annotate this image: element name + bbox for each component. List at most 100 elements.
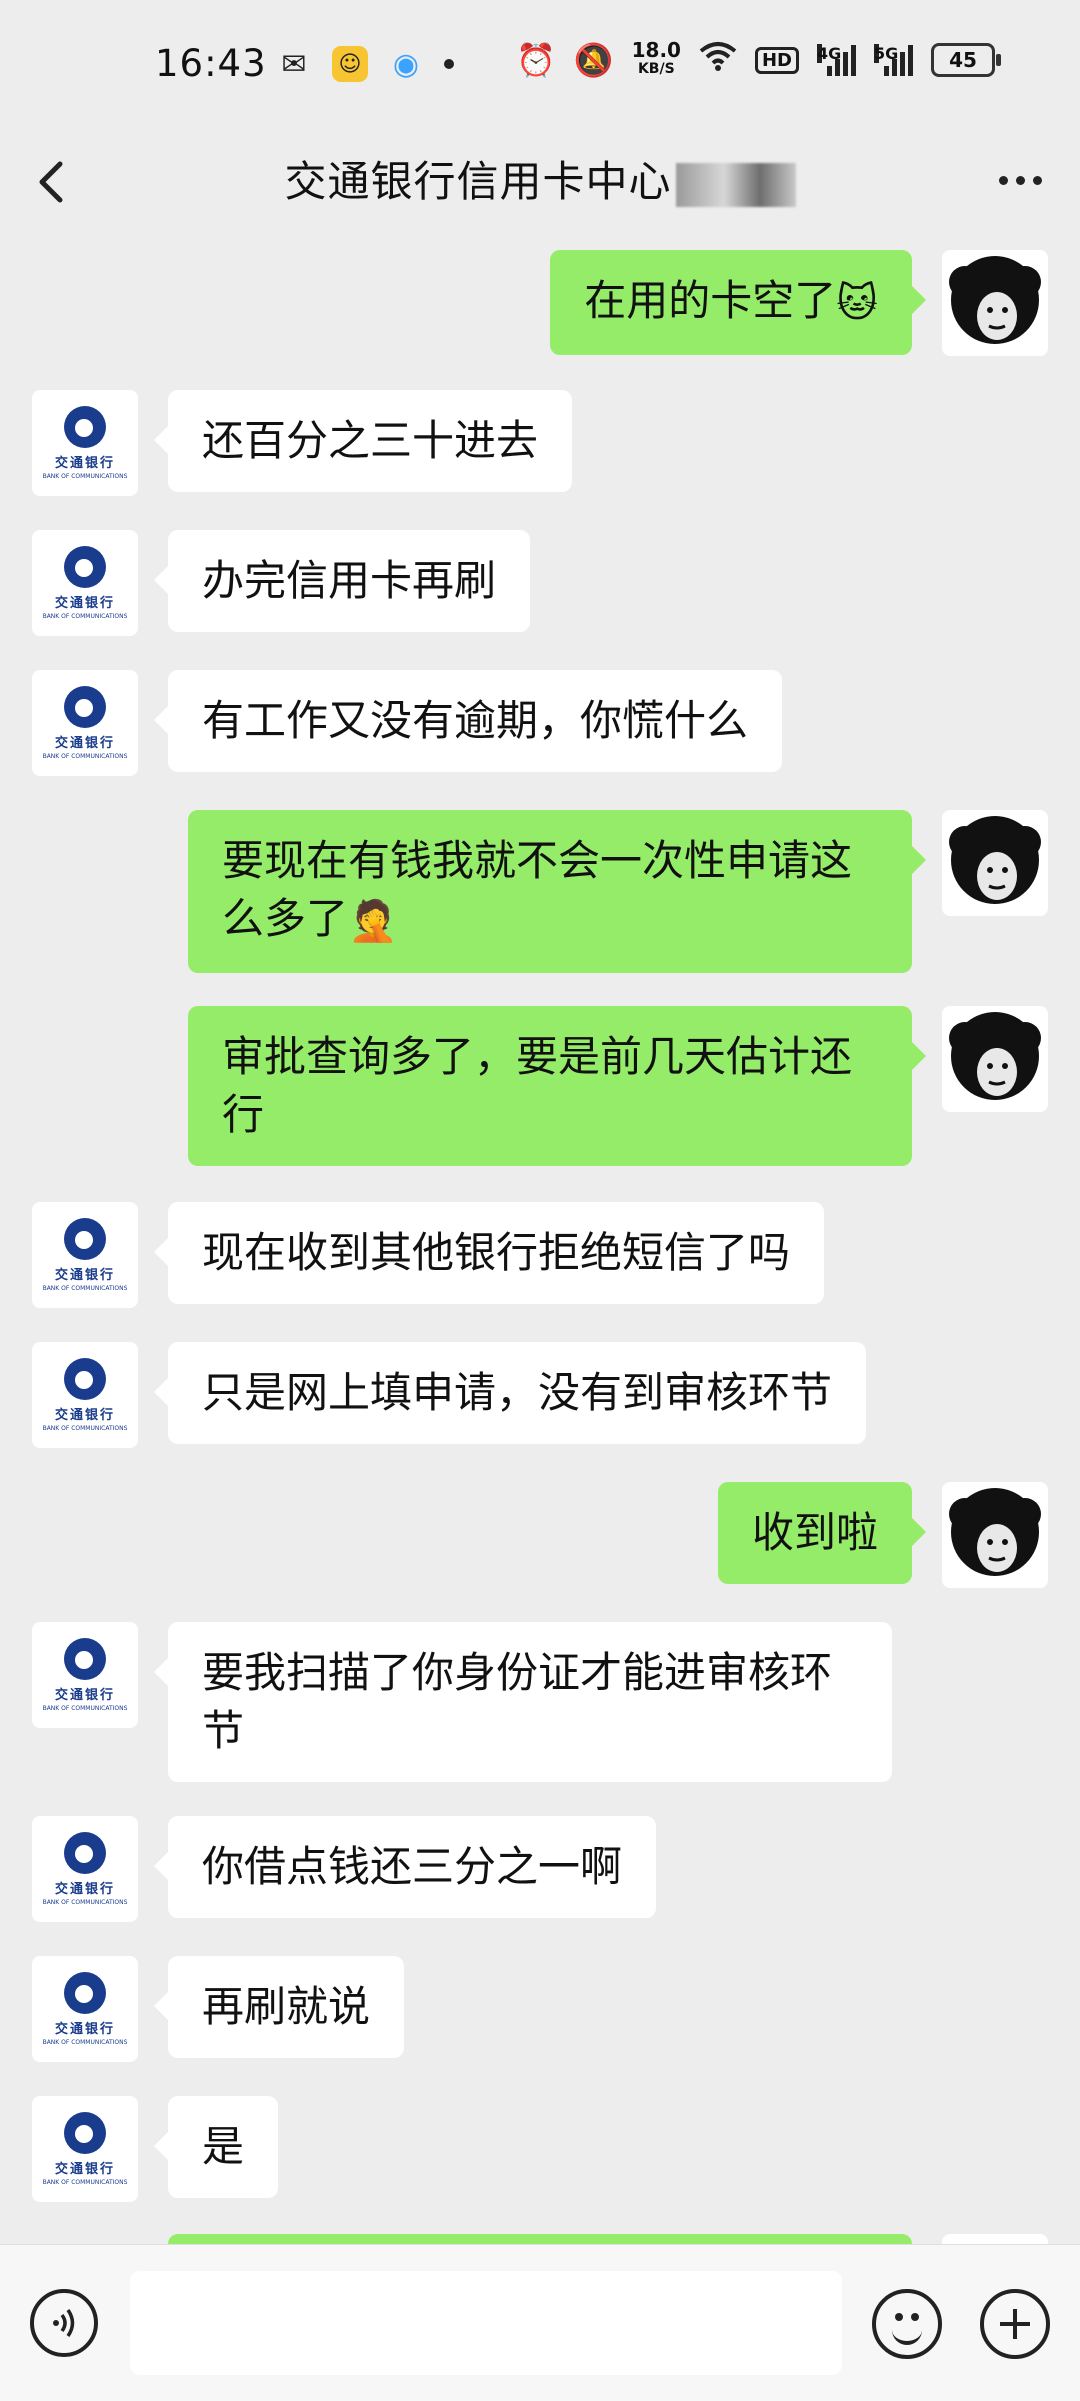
message-bubble-incoming[interactable]: 还百分之三十进去 xyxy=(153,390,573,492)
bank-logo-icon xyxy=(64,1832,106,1874)
message-bubble-outgoing[interactable]: 要现在有钱我就不会一次性申请这么多了🤦 xyxy=(188,810,926,973)
message-bubble-outgoing[interactable]: 在用的卡空了🐱 xyxy=(550,250,926,355)
message-text: 在用的卡空了 xyxy=(584,276,837,325)
my-avatar[interactable] xyxy=(942,1482,1048,1588)
message-text: 收到啦 xyxy=(751,1508,878,1557)
bank-logo-en: BANK OF COMMUNICATIONS xyxy=(42,613,128,620)
signal-5g-label: 5G xyxy=(874,44,899,63)
more-options-button[interactable] xyxy=(990,150,1050,210)
bank-logo-cn: 交通银行 xyxy=(54,736,115,751)
afro-avatar-icon xyxy=(949,256,1041,344)
message-text: 还百分之三十进去 xyxy=(202,416,539,465)
message-input[interactable] xyxy=(130,2271,842,2375)
battery-icon: 45 xyxy=(931,43,1001,77)
message-list[interactable]: 在用的卡空了🐱 交通银行 BANK OF COMMUNICATIONS 还百分之… xyxy=(0,240,1080,2244)
message-bubble-incoming[interactable]: 现在收到其他银行拒绝短信了吗 xyxy=(153,1202,825,1304)
message-bubble-incoming[interactable]: 你借点钱还三分之一啊 xyxy=(153,1816,657,1918)
message-bubble-outgoing[interactable]: 审批查询多了，要是前几天估计还行 xyxy=(188,1006,926,1166)
afro-avatar-icon xyxy=(949,1488,1041,1576)
wifi-icon xyxy=(699,40,737,80)
bank-logo-cn: 交通银行 xyxy=(54,596,115,611)
more-dot-icon xyxy=(998,175,1008,185)
signal-4g-icon: 4G xyxy=(817,44,856,76)
message-text: 只是网上填申请，没有到审核环节 xyxy=(202,1368,833,1417)
doge-emoji-icon: 🐱 xyxy=(836,280,878,327)
afro-avatar-icon xyxy=(949,816,1041,904)
message-bubble-incoming[interactable]: 是 xyxy=(153,2096,279,2198)
bank-avatar[interactable]: 交通银行 BANK OF COMMUNICATIONS xyxy=(32,1816,138,1922)
bank-avatar[interactable]: 交通银行 BANK OF COMMUNICATIONS xyxy=(32,1342,138,1448)
my-avatar[interactable] xyxy=(942,810,1048,916)
status-right: ⏰ 🔕 18.0 KB/S HD 4G 5G 45 xyxy=(515,40,1001,80)
message-text: 是 xyxy=(202,2122,245,2171)
bank-logo-cn: 交通银行 xyxy=(54,1268,115,1283)
bank-logo-en: BANK OF COMMUNICATIONS xyxy=(42,2179,128,2186)
bank-avatar[interactable]: 交通银行 BANK OF COMMUNICATIONS xyxy=(32,1956,138,2062)
bank-logo-icon xyxy=(64,1972,106,2014)
status-time: 16:43 xyxy=(155,42,267,85)
bank-avatar[interactable]: 交通银行 BANK OF COMMUNICATIONS xyxy=(32,1622,138,1728)
emoji-eye-icon xyxy=(895,2313,903,2321)
bank-logo-en: BANK OF COMMUNICATIONS xyxy=(42,473,128,480)
bank-logo-icon xyxy=(64,1218,106,1260)
message-bubble-incoming[interactable]: 只是网上填申请，没有到审核环节 xyxy=(153,1342,867,1444)
bank-logo-cn: 交通银行 xyxy=(54,456,115,471)
bank-logo-en: BANK OF COMMUNICATIONS xyxy=(42,1425,128,1432)
chat-header: 交通银行信用卡中心 xyxy=(0,130,1080,238)
input-bar xyxy=(0,2244,1080,2401)
more-notifications-dot xyxy=(444,59,454,69)
message-text: 要我扫描了你身份证才能进审核环节 xyxy=(202,1648,833,1755)
browser-icon: ◉ xyxy=(392,46,420,82)
bank-logo-en: BANK OF COMMUNICATIONS xyxy=(42,2039,128,2046)
afro-avatar-icon xyxy=(949,1012,1041,1100)
app-notification-icon: ☺ xyxy=(332,46,368,82)
bank-logo-icon xyxy=(64,406,106,448)
my-avatar[interactable] xyxy=(942,1006,1048,1112)
more-actions-button[interactable] xyxy=(980,2289,1050,2359)
bank-logo-cn: 交通银行 xyxy=(54,1408,115,1423)
status-bar: 16:43 ✉ ☺ ◉ ⏰ 🔕 18.0 KB/S HD 4G 5G 45 xyxy=(0,0,1080,130)
bank-avatar[interactable]: 交通银行 BANK OF COMMUNICATIONS xyxy=(32,1202,138,1308)
more-dot-icon xyxy=(1032,175,1042,185)
bank-logo-cn: 交通银行 xyxy=(54,2022,115,2037)
message-bubble-outgoing-partial[interactable] xyxy=(168,2234,912,2244)
bank-logo-icon xyxy=(64,1638,106,1680)
bank-logo-en: BANK OF COMMUNICATIONS xyxy=(42,753,128,760)
message-text: 现在收到其他银行拒绝短信了吗 xyxy=(202,1228,791,1277)
bank-logo-en: BANK OF COMMUNICATIONS xyxy=(42,1899,128,1906)
bank-logo-cn: 交通银行 xyxy=(54,1882,115,1897)
bank-logo-icon xyxy=(64,1358,106,1400)
voice-input-button[interactable] xyxy=(30,2289,98,2357)
message-text: 办完信用卡再刷 xyxy=(202,556,497,605)
chat-title: 交通银行信用卡中心 xyxy=(0,148,1080,209)
message-bubble-incoming[interactable]: 要我扫描了你身份证才能进审核环节 xyxy=(154,1622,892,1782)
alarm-icon: ⏰ xyxy=(515,41,556,79)
facepalm-emoji-icon: 🤦 xyxy=(348,898,398,945)
network-speed: 18.0 KB/S xyxy=(632,40,681,79)
battery-level: 45 xyxy=(949,48,977,72)
bank-avatar[interactable]: 交通银行 BANK OF COMMUNICATIONS xyxy=(32,530,138,636)
my-avatar[interactable] xyxy=(942,250,1048,356)
message-bubble-incoming[interactable]: 有工作又没有逾期，你慌什么 xyxy=(153,670,783,772)
bank-avatar[interactable]: 交通银行 BANK OF COMMUNICATIONS xyxy=(32,670,138,776)
bank-logo-icon xyxy=(64,686,106,728)
message-text: 要现在有钱我就不会一次性申请这么多了 xyxy=(222,836,853,943)
message-text: 有工作又没有逾期，你慌什么 xyxy=(202,696,749,745)
message-text: 审批查询多了，要是前几天估计还行 xyxy=(222,1032,853,1139)
chat-title-text: 交通银行信用卡中心 xyxy=(284,157,672,206)
redacted-title-suffix xyxy=(675,162,796,207)
bank-avatar[interactable]: 交通银行 BANK OF COMMUNICATIONS xyxy=(32,2096,138,2202)
bank-avatar[interactable]: 交通银行 BANK OF COMMUNICATIONS xyxy=(32,390,138,496)
my-avatar-partial[interactable] xyxy=(942,2234,1048,2244)
emoji-button[interactable] xyxy=(872,2289,942,2359)
bank-logo-cn: 交通银行 xyxy=(54,1688,115,1703)
message-text: 你借点钱还三分之一啊 xyxy=(202,1842,623,1891)
voice-icon xyxy=(53,2309,75,2337)
message-bubble-outgoing[interactable]: 收到啦 xyxy=(717,1482,927,1584)
bank-logo-en: BANK OF COMMUNICATIONS xyxy=(42,1705,128,1712)
message-bubble-incoming[interactable]: 办完信用卡再刷 xyxy=(153,530,531,632)
smiley-icon xyxy=(892,2325,922,2345)
mute-bell-icon: 🔕 xyxy=(573,41,614,79)
wechat-icon: ✉ xyxy=(281,46,307,82)
message-bubble-incoming[interactable]: 再刷就说 xyxy=(153,1956,405,2058)
